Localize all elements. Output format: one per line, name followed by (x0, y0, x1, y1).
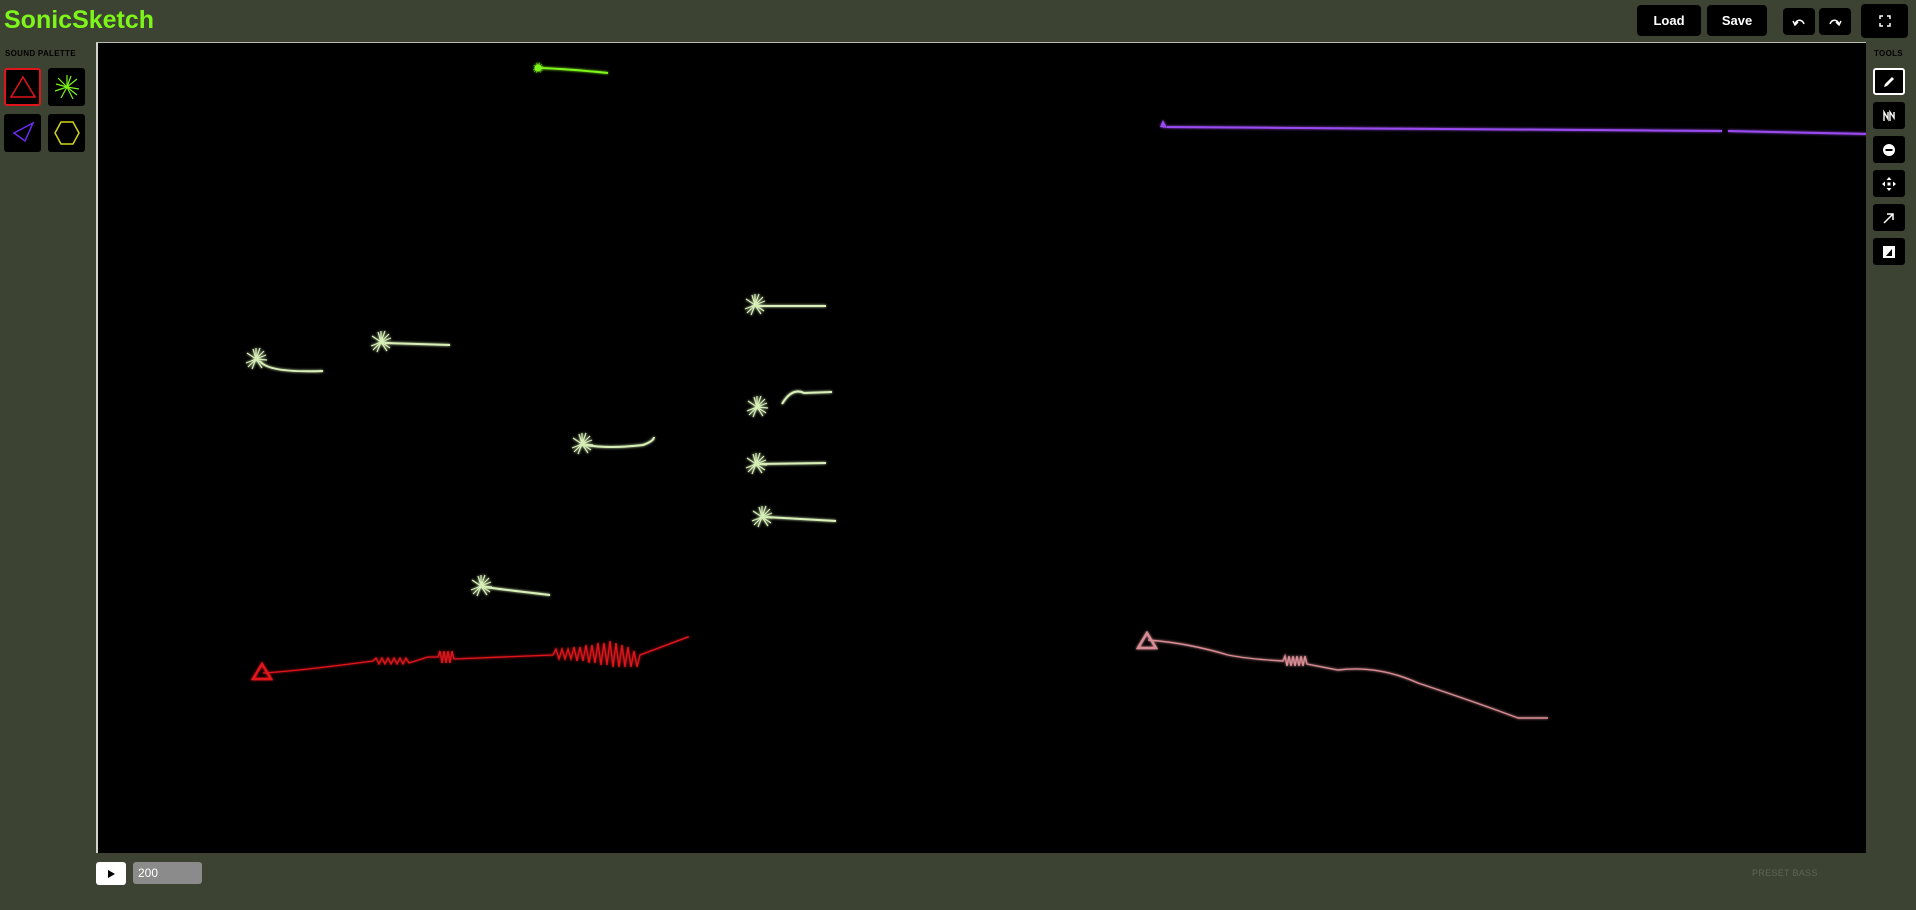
drawing-canvas[interactable] (96, 42, 1866, 853)
app-title: SonicSketch (4, 6, 155, 34)
sound-stroke[interactable] (751, 505, 837, 528)
triangle-icon (9, 75, 36, 98)
sound-stroke[interactable] (571, 432, 655, 455)
color-icon (1883, 245, 1895, 258)
fullscreen-button[interactable] (1861, 4, 1908, 38)
tools-label: TOOLS (1874, 49, 1903, 58)
sound-stroke[interactable] (250, 636, 689, 681)
undo-icon (1792, 19, 1805, 26)
load-button[interactable]: Load (1637, 5, 1701, 36)
burst-icon (54, 75, 79, 100)
palette-item-hexagon[interactable] (48, 114, 85, 152)
pencil-icon (1884, 76, 1894, 87)
sound-stroke[interactable] (1135, 630, 1548, 719)
wave-icon (1883, 108, 1895, 122)
palette-item-arrow[interactable] (4, 114, 41, 152)
tool-move[interactable] (1873, 170, 1905, 197)
tool-pencil[interactable] (1873, 68, 1905, 95)
fullscreen-icon (1878, 15, 1891, 27)
sound-stroke[interactable] (532, 62, 609, 74)
hexagon-icon (53, 121, 80, 145)
tempo-input[interactable] (133, 862, 202, 884)
tool-eraser[interactable] (1873, 136, 1905, 163)
play-icon (108, 869, 115, 878)
undo-button[interactable] (1783, 8, 1815, 35)
arrow-icon (12, 121, 35, 143)
sound-stroke[interactable] (245, 347, 324, 373)
move-icon (1882, 176, 1896, 191)
eraser-icon (1883, 143, 1895, 156)
tool-color[interactable] (1873, 238, 1905, 265)
redo-icon (1829, 19, 1842, 26)
sound-stroke[interactable] (746, 390, 833, 418)
save-button[interactable]: Save (1707, 5, 1767, 36)
preset-label: PRESET BASS (1752, 868, 1818, 878)
play-button[interactable] (96, 862, 126, 885)
sound-stroke[interactable] (470, 574, 551, 597)
arrow-up-right-icon (1883, 212, 1894, 224)
sound-palette-label: SOUND PALETTE (5, 49, 76, 58)
redo-button[interactable] (1819, 8, 1851, 35)
tool-wave[interactable] (1873, 102, 1905, 129)
sound-stroke[interactable] (745, 452, 827, 475)
palette-item-triangle[interactable] (4, 68, 41, 106)
sound-stroke[interactable] (370, 330, 451, 353)
palette-item-burst[interactable] (48, 68, 85, 106)
sound-stroke[interactable] (744, 293, 826, 316)
tool-arrow[interactable] (1873, 204, 1905, 231)
sound-stroke[interactable] (1160, 120, 1866, 135)
